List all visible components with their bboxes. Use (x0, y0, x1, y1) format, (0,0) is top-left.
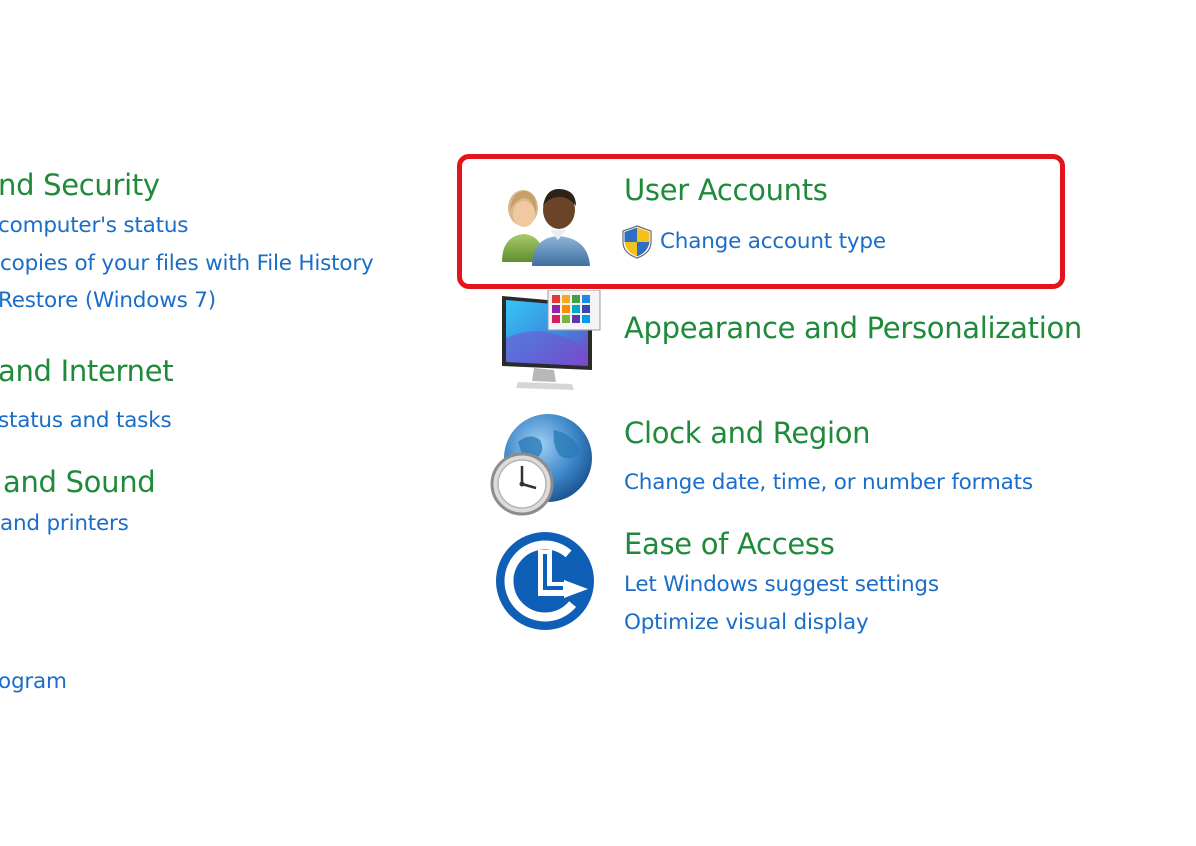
backup-restore-link[interactable]: Restore (Windows 7) (0, 288, 216, 313)
network-internet-title[interactable]: and Internet (0, 354, 174, 388)
globe-clock-icon[interactable] (488, 412, 598, 518)
devices-printers-link[interactable]: and printers (0, 511, 129, 536)
review-computer-status-link[interactable]: computer's status (0, 213, 189, 238)
system-security-title[interactable]: nd Security (0, 168, 160, 202)
hardware-sound-title[interactable]: and Sound (3, 465, 156, 499)
highlight-box (457, 154, 1065, 289)
file-history-link[interactable]: copies of your files with File History (0, 251, 374, 276)
appearance-title[interactable]: Appearance and Personalization (624, 311, 1082, 345)
change-date-formats-link[interactable]: Change date, time, or number formats (624, 470, 1033, 495)
ease-of-access-icon[interactable] (494, 530, 598, 634)
ease-of-access-title[interactable]: Ease of Access (624, 527, 835, 561)
suggest-settings-link[interactable]: Let Windows suggest settings (624, 572, 939, 597)
optimize-visual-display-link[interactable]: Optimize visual display (624, 610, 869, 635)
network-status-link[interactable]: status and tasks (0, 408, 172, 433)
uninstall-program-link[interactable]: ogram (0, 669, 67, 694)
monitor-palette-icon[interactable] (494, 290, 604, 394)
clock-region-title[interactable]: Clock and Region (624, 416, 871, 450)
